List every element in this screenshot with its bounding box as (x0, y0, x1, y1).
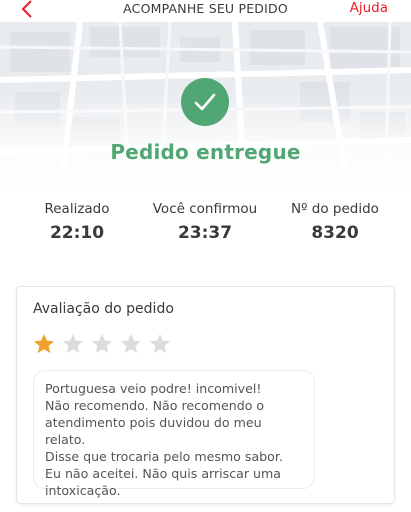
order-number-label: Nº do pedido (291, 201, 379, 217)
star-icon-2[interactable] (61, 332, 85, 356)
star-rating[interactable] (32, 332, 177, 356)
order-confirmed-label: Você confirmou (152, 201, 258, 217)
delivered-check-badge (181, 78, 229, 126)
help-link[interactable]: Ajuda (350, 0, 388, 16)
star-icon-4[interactable] (119, 332, 143, 356)
rating-card: Avaliação do pedido Portuguesa veio podr… (16, 286, 395, 504)
order-info-row: Realizado 22:10 Você confirmou 23:37 Nº … (0, 201, 411, 249)
order-number-value: 8320 (311, 223, 359, 243)
order-placed-time: 22:10 (49, 223, 105, 243)
rating-title: Avaliação do pedido (33, 301, 174, 317)
star-icon-5[interactable] (148, 332, 172, 356)
order-confirmed-info: Você confirmou 23:37 (146, 201, 264, 243)
order-placed-info: Realizado 22:10 (36, 201, 118, 243)
order-confirmed-time: 23:37 (177, 223, 233, 243)
check-icon (194, 93, 216, 111)
order-status-title: Pedido entregue (110, 140, 301, 164)
top-bar: ACOMPANHE SEU PEDIDO Ajuda (0, 0, 411, 22)
rating-comment-text: Portuguesa veio podre! incomivel! Não re… (45, 381, 283, 498)
order-number-info: Nº do pedido 8320 (283, 201, 387, 243)
rating-comment-box: Portuguesa veio podre! incomivel! Não re… (33, 370, 315, 498)
order-placed-label: Realizado (44, 201, 110, 217)
star-icon-3[interactable] (90, 332, 114, 356)
star-icon-1[interactable] (32, 332, 56, 356)
